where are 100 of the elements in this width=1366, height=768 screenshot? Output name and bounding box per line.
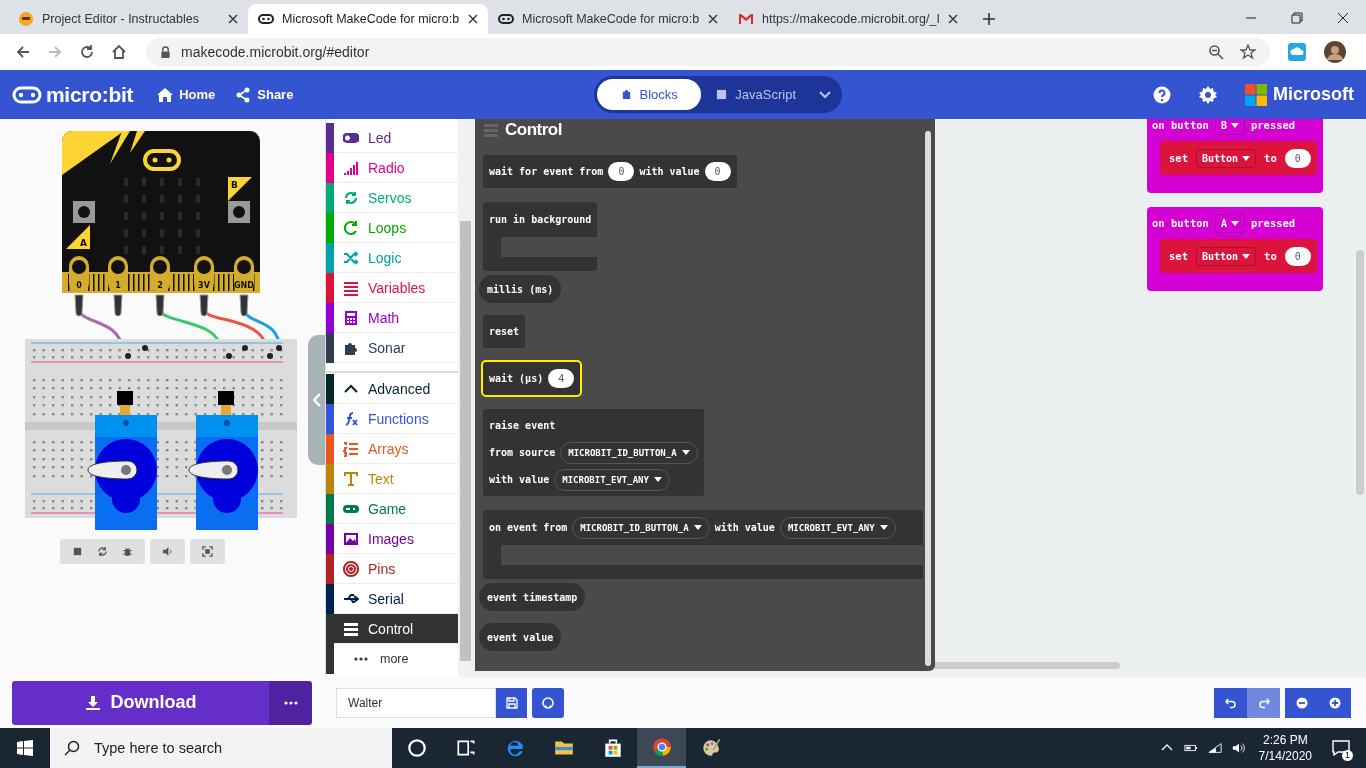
category-item[interactable]: Functions	[326, 404, 458, 434]
number-field[interactable]: 0	[1284, 246, 1311, 266]
zoom-out-button[interactable]	[1285, 687, 1318, 718]
category-icon	[343, 189, 359, 206]
clock[interactable]: 2:26 PM 7/14/2020	[1258, 732, 1312, 764]
close-icon[interactable]	[708, 14, 718, 24]
search-icon	[64, 740, 80, 756]
number-field[interactable]: 0	[1284, 148, 1311, 168]
number-field[interactable]: 4	[548, 369, 575, 388]
code-block[interactable]: event value	[479, 623, 562, 651]
restore-icon[interactable]	[1291, 12, 1303, 24]
star-icon[interactable]	[1240, 44, 1256, 60]
number-field[interactable]: 0	[608, 162, 635, 181]
project-name-field[interactable]: Walter	[336, 687, 496, 718]
browser-tab[interactable]: https://makecode.microbit.org/_I	[728, 4, 968, 34]
block-label: to	[1264, 152, 1277, 164]
redo-button[interactable]	[1247, 687, 1280, 718]
button-label: B	[231, 180, 238, 190]
restart-icon[interactable]	[97, 546, 108, 557]
code-block[interactable]: wait (µs) 4	[483, 362, 581, 395]
new-tab-icon[interactable]	[982, 12, 996, 26]
close-icon[interactable]	[468, 14, 478, 24]
windows-start-icon[interactable]	[17, 740, 33, 756]
set-block[interactable]: set Button to 0	[1160, 141, 1317, 175]
message-icon	[1332, 740, 1350, 756]
search-field[interactable]: Type here to search	[50, 728, 392, 768]
logo-icon[interactable]	[12, 85, 42, 104]
browser-tab[interactable]: Project Editor - Instructables	[8, 4, 248, 34]
blocks-tab[interactable]: Blocks	[597, 79, 702, 110]
bug-icon[interactable]	[122, 546, 133, 557]
code-block[interactable]: wait for event from 0 with value 0	[483, 155, 737, 188]
share-link[interactable]: Share	[225, 86, 304, 103]
undo-icon	[1224, 696, 1237, 709]
category-item[interactable]: Radio	[326, 153, 458, 183]
button-label: A	[80, 238, 87, 248]
reload-icon[interactable]	[79, 44, 95, 60]
caret-icon[interactable]	[819, 90, 832, 99]
code-block[interactable]: reset	[483, 315, 526, 348]
category-item[interactable]: Led	[326, 123, 458, 153]
zoom-in-button[interactable]	[1318, 687, 1351, 718]
logo-text[interactable]: micro:bit	[46, 82, 134, 107]
fullscreen-button[interactable]	[190, 539, 225, 564]
set-block[interactable]: set Button to 0	[1160, 239, 1317, 273]
category-item[interactable]: Pins	[326, 554, 458, 584]
category-item[interactable]: Sonar	[326, 333, 458, 363]
cloud-icon[interactable]	[1288, 43, 1306, 61]
speaker-icon[interactable]	[1231, 742, 1246, 754]
event-block[interactable]: on button B pressed set Button to 0	[1147, 119, 1323, 193]
caret-icon	[1242, 155, 1251, 161]
close-icon[interactable]	[948, 14, 958, 24]
event-block[interactable]: on button A pressed set Button to 0	[1147, 207, 1323, 291]
scrollbar[interactable]	[925, 131, 931, 666]
more-button[interactable]	[269, 680, 312, 725]
share-icon	[235, 86, 252, 103]
close-icon[interactable]	[1337, 12, 1349, 24]
back-arrow-icon[interactable]	[15, 44, 31, 60]
code-block[interactable]: event timestamp	[479, 583, 586, 611]
home-icon[interactable]	[111, 44, 127, 60]
category-item[interactable]: Advanced	[326, 374, 458, 404]
code-block[interactable]: run in background	[483, 202, 598, 271]
dropdown-field[interactable]: Button	[1195, 148, 1257, 168]
save-button[interactable]	[496, 687, 527, 718]
category-item[interactable]: Math	[326, 303, 458, 333]
scrollbar[interactable]	[458, 119, 473, 677]
scrollbar[interactable]	[1356, 250, 1364, 495]
address-bar[interactable]: makecode.microbit.org/#editor	[146, 38, 1270, 66]
dropdown-field[interactable]: Button	[1195, 246, 1257, 266]
category-item[interactable]: Game	[326, 494, 458, 524]
category-item[interactable]: Arrays	[326, 434, 458, 464]
category-item[interactable]: Control	[326, 614, 458, 644]
block-label: pressed	[1250, 217, 1296, 229]
wifi-icon[interactable]	[1207, 742, 1222, 754]
close-icon[interactable]	[228, 14, 238, 24]
category-item[interactable]: Images	[326, 524, 458, 554]
help-icon[interactable]	[1153, 85, 1171, 104]
settings-icon[interactable]	[1199, 85, 1217, 104]
code-block[interactable]: millis (ms)	[479, 275, 562, 303]
category-item[interactable]: Variables	[326, 273, 458, 303]
dropdown-field[interactable]: A	[1214, 213, 1245, 233]
code-block[interactable]: on event from MICROBIT_ID_BUTTON_A with value MICROBIT_EVT_ANY	[483, 510, 923, 579]
javascript-tab[interactable]: JavaScript	[701, 79, 812, 110]
download-button[interactable]: Download	[12, 680, 269, 725]
undo-button[interactable]	[1214, 687, 1247, 718]
link-icon	[498, 11, 514, 27]
stop-icon[interactable]	[72, 546, 83, 557]
home-link[interactable]: Home	[147, 86, 226, 103]
notification-button[interactable]: 1	[1326, 733, 1356, 763]
zoom-icon[interactable]	[1208, 44, 1224, 60]
sound-button[interactable]	[150, 539, 185, 564]
battery-icon[interactable]	[1183, 742, 1198, 754]
collapse-handle[interactable]	[308, 335, 325, 465]
code-block[interactable]: raise event from source MICROBIT_ID_BUTTON_A with value MICROBIT_EVT_ANY	[483, 409, 704, 496]
redo-icon	[1257, 696, 1270, 709]
mail-icon	[738, 11, 754, 27]
github-button[interactable]	[532, 687, 564, 718]
category-icon	[343, 279, 359, 296]
avatar-icon[interactable]	[1324, 41, 1346, 63]
number-field[interactable]: 0	[704, 162, 731, 181]
brand-text: Microsoft	[1273, 84, 1354, 105]
dropdown-field[interactable]: B	[1214, 119, 1245, 135]
